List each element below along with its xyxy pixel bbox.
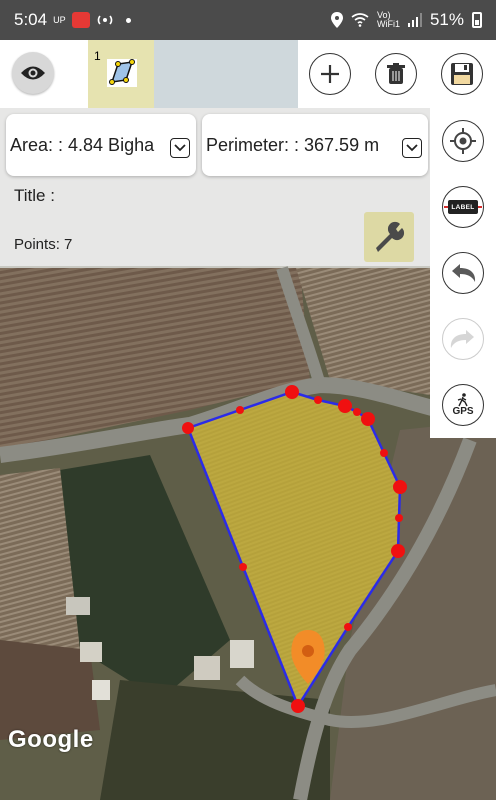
wrench-icon <box>376 221 405 252</box>
redo-icon <box>450 330 474 348</box>
save-icon <box>451 63 473 85</box>
battery-icon <box>472 12 482 28</box>
plot-tab-number: 1 <box>94 49 101 63</box>
notification-app-icon <box>71 12 90 28</box>
chevron-down-icon <box>406 144 418 152</box>
vertex-point[interactable] <box>391 544 405 558</box>
hotspot-icon <box>97 15 112 25</box>
top-toolbar: 1 <box>0 40 496 108</box>
add-plot-button[interactable] <box>309 53 351 95</box>
midpoint[interactable] <box>239 563 247 571</box>
plot-tab[interactable]: 1 <box>88 40 154 108</box>
redo-button[interactable] <box>442 318 484 360</box>
gps-walk-button[interactable]: GPS <box>442 384 484 426</box>
plot-title-label[interactable]: Title : <box>14 186 55 206</box>
plot-tab-strip: 1 <box>88 40 298 108</box>
building-2 <box>80 642 102 662</box>
google-attribution: Google <box>8 726 94 753</box>
visibility-toggle-button[interactable] <box>12 52 54 94</box>
chevron-down-icon <box>174 144 186 152</box>
delete-button[interactable] <box>375 53 417 95</box>
midpoint[interactable] <box>353 408 361 416</box>
vertex-point[interactable] <box>182 422 194 434</box>
volte-label: Vo) WiFi1 <box>376 10 400 29</box>
gps-label: GPS <box>452 406 474 417</box>
gps-walk-icon <box>457 393 468 407</box>
midpoint[interactable] <box>395 514 403 522</box>
settings-tool-button[interactable] <box>364 212 414 262</box>
area-text: Area: : 4.84 Bigha <box>10 134 155 155</box>
label-icon-text: LABEL <box>451 203 475 211</box>
plus-icon <box>321 65 339 83</box>
right-tool-panel: LABEL GPS <box>430 108 496 438</box>
measurement-panel: Area: : 4.84 Bigha Perimeter: : 367.59 m… <box>0 108 430 266</box>
status-carrier-tag: UP <box>53 15 66 25</box>
perimeter-unit-dropdown[interactable] <box>402 138 422 158</box>
vertex-point[interactable] <box>393 480 407 494</box>
perimeter-text: Perimeter: : 367.59 m <box>206 134 380 155</box>
undo-icon <box>452 264 476 282</box>
area-display[interactable]: Area: : 4.84 Bigha <box>6 114 196 176</box>
building-4 <box>194 656 220 680</box>
trash-icon <box>387 63 405 84</box>
area-unit-dropdown[interactable] <box>170 138 190 158</box>
status-time: 5:04 <box>14 10 48 29</box>
building-3 <box>92 680 110 700</box>
midpoint[interactable] <box>380 449 388 457</box>
vertex-point[interactable] <box>291 699 305 713</box>
undo-button[interactable] <box>442 252 484 294</box>
marker-dot <box>302 645 314 657</box>
vertex-point[interactable] <box>338 399 352 413</box>
label-toggle-button[interactable]: LABEL <box>442 186 484 228</box>
midpoint[interactable] <box>236 406 244 414</box>
midpoint[interactable] <box>314 396 322 404</box>
building-5 <box>230 640 254 668</box>
vertex-point[interactable] <box>361 412 375 426</box>
save-button[interactable] <box>441 53 483 95</box>
notification-dot <box>125 17 131 23</box>
wifi-icon <box>351 13 369 27</box>
battery-percent: 51% <box>429 10 464 29</box>
polygon-icon <box>107 59 137 87</box>
signal-icon <box>407 13 422 27</box>
building-1 <box>66 597 90 615</box>
midpoint[interactable] <box>344 623 352 631</box>
eye-icon <box>21 66 45 80</box>
status-bar: 5:04 UP Vo) WiFi1 51% <box>0 0 496 40</box>
points-count-label: Points: 7 <box>14 236 73 253</box>
my-location-button[interactable] <box>442 120 484 162</box>
crosshair-icon <box>450 128 476 154</box>
location-icon <box>330 12 343 28</box>
perimeter-display[interactable]: Perimeter: : 367.59 m <box>202 114 428 176</box>
vertex-point[interactable] <box>285 385 299 399</box>
